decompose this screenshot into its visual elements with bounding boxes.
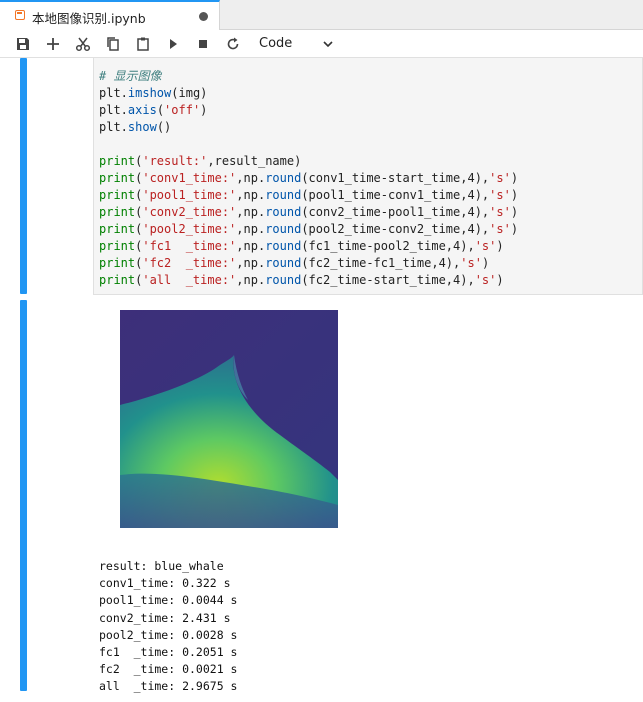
code-line: plt.show() <box>99 120 172 134</box>
chevron-down-icon <box>322 38 334 54</box>
output-line: conv1_time: 0.322 s <box>99 576 231 591</box>
output-line: result: blue_whale <box>99 559 224 573</box>
paste-icon[interactable] <box>135 36 151 52</box>
copy-icon[interactable] <box>105 36 121 52</box>
tab-bar: 本地图像识别.ipynb <box>0 0 643 30</box>
code-line: # 显示图像 <box>99 69 162 83</box>
output-line: pool2_time: 0.0028 s <box>99 627 238 642</box>
output-line: pool1_time: 0.0044 s <box>99 593 238 608</box>
output-line: conv2_time: 2.431 s <box>99 610 231 625</box>
code-content: # 显示图像 plt.imshow(img) plt.axis('off') p… <box>99 68 518 289</box>
tab-title: 本地图像识别.ipynb <box>32 11 146 26</box>
stop-icon[interactable] <box>195 36 211 52</box>
code-line: print('result:',result_name) <box>99 154 302 168</box>
cut-icon[interactable] <box>75 36 91 52</box>
code-line: print('conv1_time:',np.round(conv1_time-… <box>99 171 519 185</box>
notebook-icon <box>15 10 25 20</box>
output-line: fc2 _time: 0.0021 s <box>99 662 238 677</box>
output-cell-collapser[interactable] <box>20 300 27 691</box>
notebook-tab[interactable]: 本地图像识别.ipynb <box>0 0 220 30</box>
code-line: print('all _time:',np.round(fc2_time-sta… <box>99 273 504 287</box>
code-cell-collapser[interactable] <box>20 58 27 294</box>
save-icon[interactable] <box>15 36 31 52</box>
run-icon[interactable] <box>165 36 181 52</box>
output-line: fc1 _time: 0.2051 s <box>99 644 238 659</box>
code-line: print('conv2_time:',np.round(conv2_time-… <box>99 205 519 219</box>
code-line: plt.axis('off') <box>99 103 208 117</box>
code-line: print('fc1 _time:',np.round(fc1_time-poo… <box>99 239 504 253</box>
cell-type-value: Code <box>259 36 293 51</box>
output-image-blue-whale <box>120 310 338 528</box>
output-line: all _time: 2.9675 s <box>99 679 238 694</box>
code-line: plt.imshow(img) <box>99 86 208 100</box>
output-text: result: blue_whale conv1_time: 0.322 s p… <box>99 558 237 696</box>
cell-type-select[interactable]: Code <box>252 33 342 55</box>
code-line: print('fc2 _time:',np.round(fc2_time-fc1… <box>99 256 490 270</box>
restart-icon[interactable] <box>225 36 241 52</box>
code-line: print('pool2_time:',np.round(pool2_time-… <box>99 222 519 236</box>
add-icon[interactable] <box>45 36 61 52</box>
code-line: print('pool1_time:',np.round(pool1_time-… <box>99 188 519 202</box>
notebook-toolbar: Code <box>0 30 643 58</box>
unsaved-dot-icon[interactable] <box>199 12 208 21</box>
